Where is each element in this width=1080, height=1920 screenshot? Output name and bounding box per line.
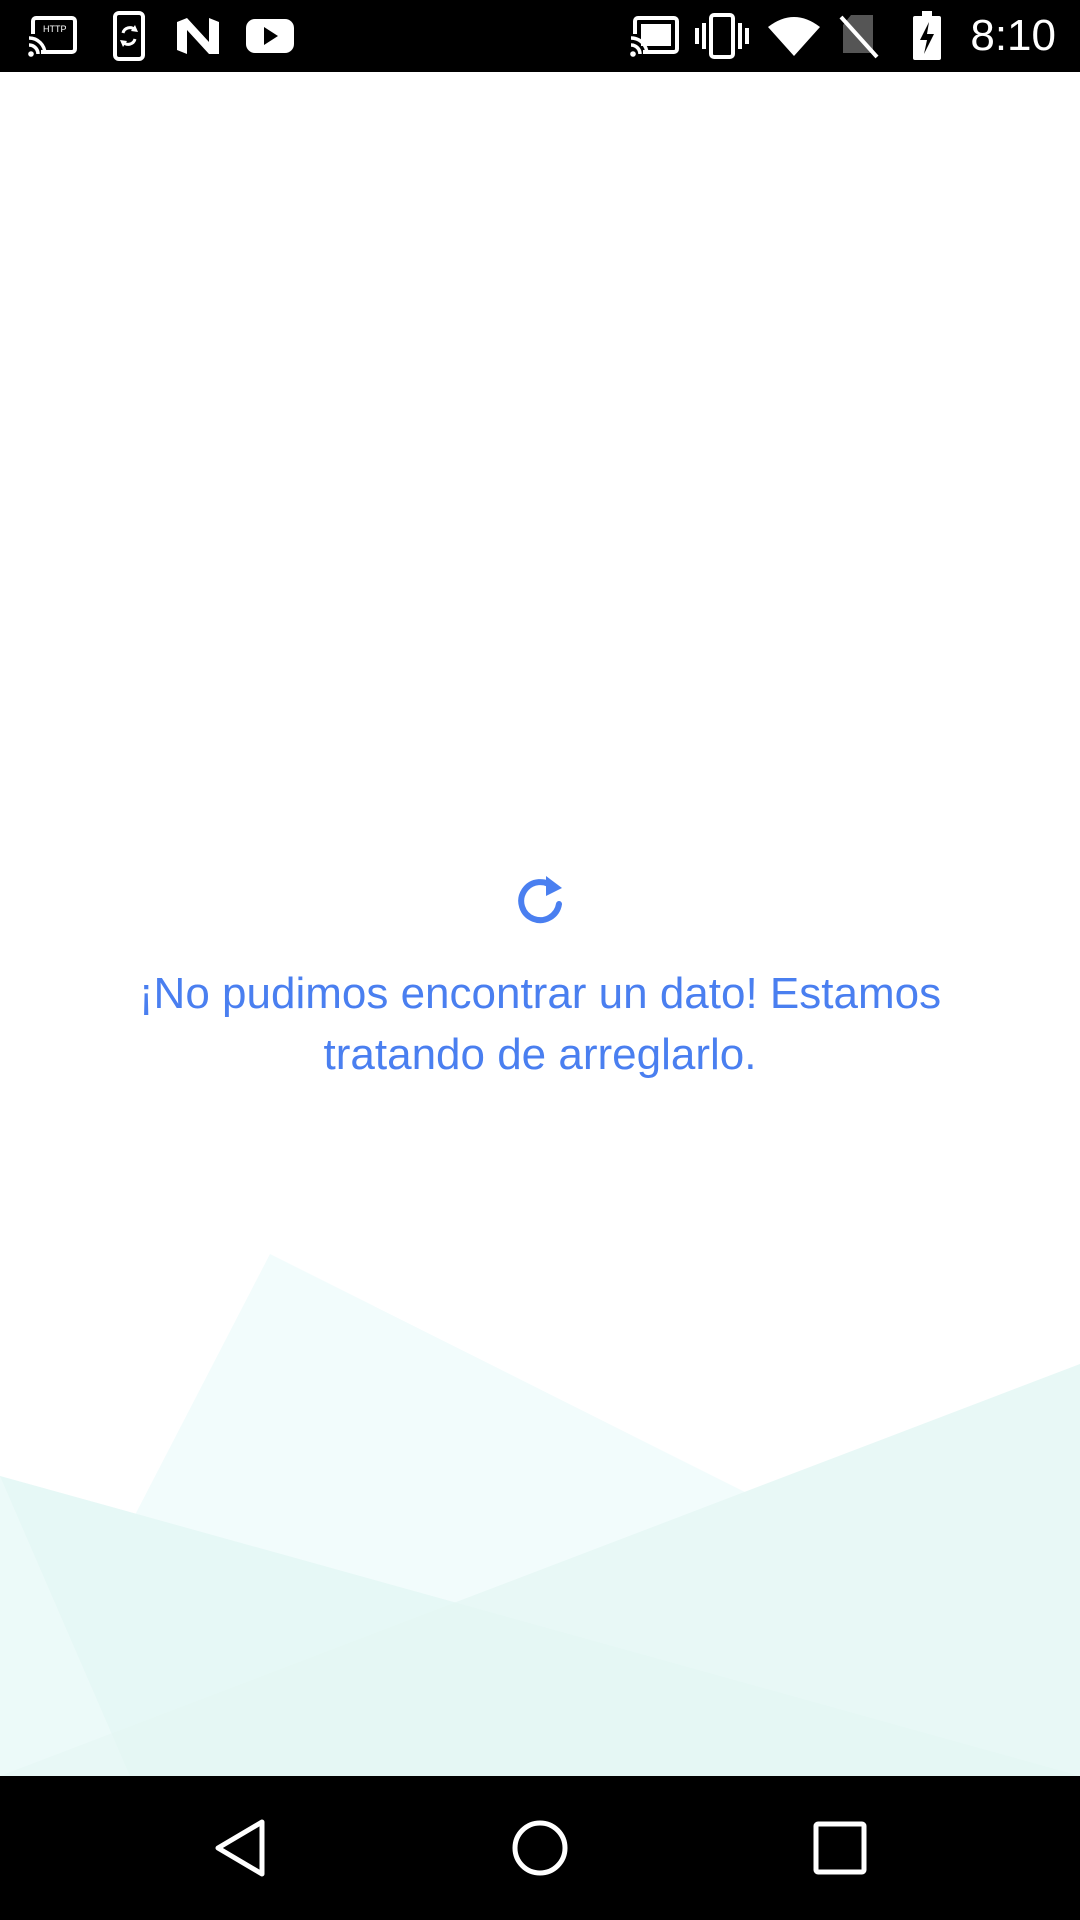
error-state: ¡No pudimos encontrar un dato! Estamos t…	[0, 872, 1080, 1085]
wifi-icon	[766, 0, 822, 72]
cast-http-icon: HTTP	[26, 0, 80, 72]
youtube-icon	[244, 0, 296, 72]
status-bar: HTTP 8:10	[0, 0, 1080, 72]
back-icon	[215, 1819, 265, 1877]
phone-screen: HTTP 8:10 ¡No pudimos encontrar un dato!…	[0, 0, 1080, 1920]
cast-icon	[628, 0, 680, 72]
recents-button[interactable]	[760, 1776, 920, 1920]
refresh-icon	[518, 876, 562, 924]
svg-text:HTTP: HTTP	[43, 24, 67, 34]
main-content: ¡No pudimos encontrar un dato! Estamos t…	[0, 72, 1080, 1776]
error-message: ¡No pudimos encontrar un dato! Estamos t…	[138, 969, 942, 1079]
back-button[interactable]	[160, 1776, 320, 1920]
n-logo-icon	[174, 0, 222, 72]
status-time: 8:10	[970, 11, 1056, 60]
no-sim-icon	[836, 0, 882, 72]
navigation-bar	[0, 1776, 1080, 1920]
home-icon	[512, 1820, 568, 1876]
home-button[interactable]	[460, 1776, 620, 1920]
refresh-button[interactable]	[510, 872, 570, 932]
phone-sync-icon	[108, 0, 150, 72]
vibrate-icon	[692, 0, 752, 72]
recents-icon	[813, 1821, 867, 1875]
battery-charging-icon	[908, 0, 946, 72]
